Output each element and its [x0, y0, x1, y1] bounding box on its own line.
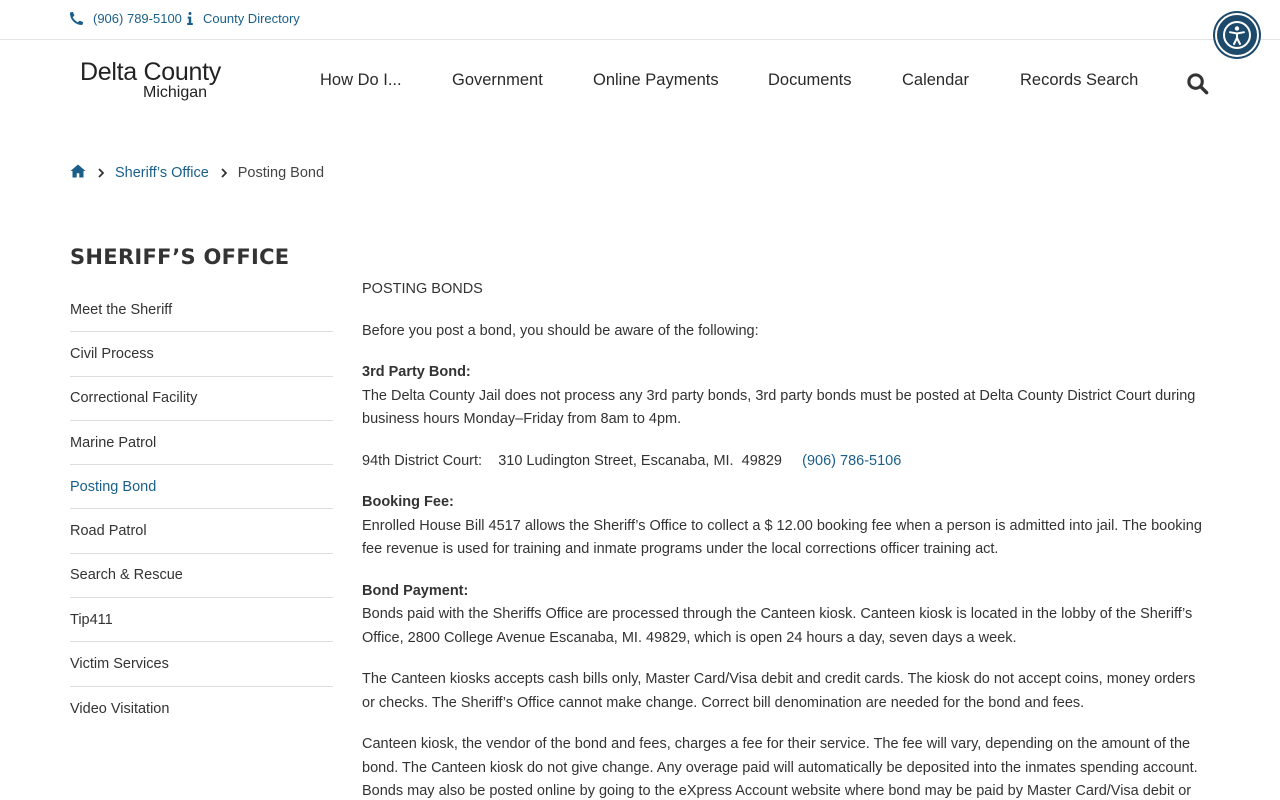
nav-records-search[interactable]: Records Search [1020, 71, 1138, 90]
phone-icon [70, 12, 83, 25]
chevron-right-icon [221, 168, 227, 178]
nav-online-payments[interactable]: Online Payments [593, 71, 719, 90]
court-address: 310 Ludington Street, Escanaba, MI. 4982… [498, 452, 782, 469]
county-directory-text: County Directory [203, 11, 300, 26]
content-title: POSTING BONDS [362, 281, 483, 297]
sidebar-item-meet-the-sheriff[interactable]: Meet the Sheriff [70, 288, 333, 333]
info-icon [187, 12, 193, 25]
court-phone-link[interactable]: (906) 786-5106 [802, 453, 901, 469]
kiosk-text: The Canteen kiosks accepts cash bills on… [362, 671, 1196, 711]
third-party-heading: 3rd Party Bond: [362, 364, 471, 380]
utility-phone-link[interactable]: (906) 789-5100 [70, 11, 182, 26]
accessibility-icon [1223, 21, 1251, 49]
bond-text: Bonds paid with the Sheriffs Office are … [362, 606, 1193, 646]
search-icon [1187, 73, 1209, 95]
sidebar-item-road-patrol[interactable]: Road Patrol [70, 509, 333, 554]
home-icon [70, 164, 86, 178]
breadcrumb-current: Posting Bond [237, 165, 325, 181]
third-party-section: 3rd Party Bond: The Delta County Jail do… [362, 361, 1212, 432]
sidebar-title: SHERIFF’S OFFICE [70, 245, 290, 269]
breadcrumb: Sheriff’s Office Posting Bond [70, 164, 324, 182]
bond-heading: Bond Payment: [362, 582, 469, 599]
nav-calendar[interactable]: Calendar [902, 71, 969, 90]
site-logo[interactable]: Delta County Michigan [80, 58, 230, 104]
logo-subtitle: Michigan [143, 84, 208, 101]
sidebar-item-tip411[interactable]: Tip411 [70, 598, 333, 643]
content-intro: Before you post a bond, you should be aw… [362, 322, 759, 339]
breadcrumb-sheriffs-office[interactable]: Sheriff’s Office [115, 165, 209, 181]
nav-documents[interactable]: Documents [768, 71, 851, 90]
utility-phone-text: (906) 789-5100 [93, 11, 182, 26]
fee-text: Canteen kiosk, the vendor of the bond an… [362, 736, 1198, 776]
booking-section: Booking Fee: Enrolled House Bill 4517 al… [362, 491, 1212, 562]
booking-text: Enrolled House Bill 4517 allows the Sher… [362, 517, 1202, 558]
utility-bar: (906) 789-5100 County Directory [0, 0, 1280, 40]
county-directory-link[interactable]: County Directory [187, 11, 300, 26]
breadcrumb-home[interactable] [70, 164, 86, 182]
online-text: Bonds may also be posted online by going… [362, 783, 1192, 799]
logo-title: Delta County [80, 58, 221, 86]
sidebar-item-marine-patrol[interactable]: Marine Patrol [70, 421, 333, 466]
third-party-text: The Delta County Jail does not process a… [362, 387, 1196, 428]
sidebar-item-correctional-facility[interactable]: Correctional Facility [70, 377, 333, 421]
court-name: 94th District Court: [362, 452, 483, 469]
sidebar-item-civil-process[interactable]: Civil Process [70, 332, 333, 377]
nav-government[interactable]: Government [452, 71, 543, 90]
accessibility-button[interactable] [1215, 13, 1259, 57]
fee-section: Canteen kiosk, the vendor of the bond an… [362, 733, 1212, 800]
booking-heading: Booking Fee: [362, 494, 454, 510]
search-button[interactable] [1186, 72, 1210, 96]
main-content: POSTING BONDS Before you post a bond, yo… [362, 278, 1212, 800]
court-info: 94th District Court: 310 Ludington Stree… [362, 450, 1212, 474]
sidebar: SHERIFF’S OFFICE Meet the Sheriff Civil … [70, 244, 333, 731]
chevron-right-icon [98, 168, 104, 178]
nav-how-do-i[interactable]: How Do I... [320, 71, 402, 90]
sidebar-item-search-rescue[interactable]: Search & Rescue [70, 554, 333, 599]
bond-section: Bond Payment: Bonds paid with the Sherif… [362, 580, 1212, 651]
sidebar-list: Meet the Sheriff Civil Process Correctio… [70, 288, 333, 731]
sidebar-item-posting-bond[interactable]: Posting Bond [70, 465, 333, 510]
sidebar-item-victim-services[interactable]: Victim Services [70, 642, 333, 687]
sidebar-item-video-visitation[interactable]: Video Visitation [70, 687, 333, 731]
